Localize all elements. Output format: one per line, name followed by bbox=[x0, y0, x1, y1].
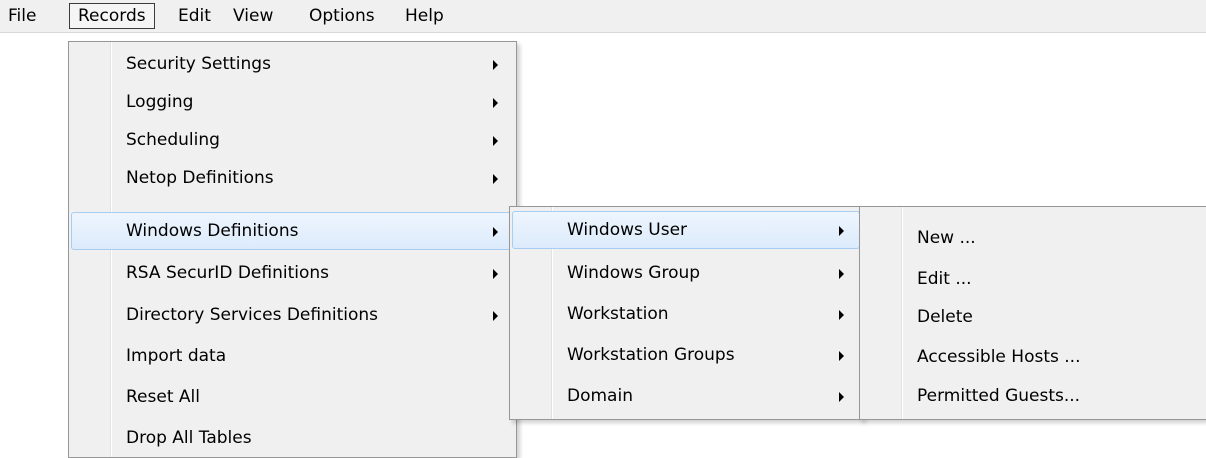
menu-item-domain[interactable]: Domain bbox=[512, 377, 860, 415]
submenu-arrow-icon bbox=[839, 351, 844, 361]
menu-item-workstation[interactable]: Workstation bbox=[512, 295, 860, 333]
submenu-arrow-icon bbox=[493, 269, 498, 279]
menu-item-label: RSA SecurID Definitions bbox=[126, 263, 329, 283]
menu-item-label: Delete bbox=[917, 307, 973, 327]
menu-item-workstation-groups[interactable]: Workstation Groups bbox=[512, 336, 860, 374]
menu-edit[interactable]: Edit bbox=[170, 3, 219, 29]
menu-item-drop-all-tables[interactable]: Drop All Tables bbox=[71, 419, 514, 457]
menu-item-label: Edit ... bbox=[917, 269, 972, 289]
submenu-arrow-icon bbox=[839, 226, 844, 236]
menu-item-rsa-securid-definitions[interactable]: RSA SecurID Definitions bbox=[71, 254, 514, 292]
menu-item-directory-services-definitions[interactable]: Directory Services Definitions bbox=[71, 296, 514, 334]
menu-bar: File Records Edit View Options Help bbox=[0, 0, 1206, 33]
menu-item-windows-group[interactable]: Windows Group bbox=[512, 254, 860, 292]
submenu-arrow-icon bbox=[493, 98, 498, 108]
menu-item-label: Drop All Tables bbox=[126, 428, 252, 448]
menu-item-label: Workstation bbox=[567, 304, 669, 324]
menu-item-import-data[interactable]: Import data bbox=[71, 337, 514, 375]
menu-item-label: Windows Group bbox=[567, 263, 701, 283]
submenu-arrow-icon bbox=[493, 311, 498, 321]
menu-item-label: Reset All bbox=[126, 387, 200, 407]
menu-view[interactable]: View bbox=[225, 3, 281, 29]
windows-definitions-submenu: Windows User Windows Group Workstation W… bbox=[509, 206, 863, 420]
submenu-arrow-icon bbox=[493, 174, 498, 184]
menu-records[interactable]: Records bbox=[69, 3, 155, 29]
menu-item-scheduling[interactable]: Scheduling bbox=[71, 121, 514, 159]
menu-item-logging[interactable]: Logging bbox=[71, 83, 514, 121]
submenu-arrow-icon bbox=[493, 60, 498, 70]
menu-item-edit[interactable]: Edit ... bbox=[862, 260, 1204, 298]
menu-help[interactable]: Help bbox=[397, 3, 452, 29]
menu-item-label: Permitted Guests... bbox=[917, 386, 1081, 406]
menu-item-label: Security Settings bbox=[126, 54, 271, 74]
submenu-arrow-icon bbox=[493, 136, 498, 146]
menu-item-security-settings[interactable]: Security Settings bbox=[71, 45, 514, 83]
menu-item-label: Workstation Groups bbox=[567, 345, 735, 365]
menu-file[interactable]: File bbox=[0, 3, 44, 29]
menu-item-label: Windows Definitions bbox=[126, 221, 299, 241]
menu-item-accessible-hosts[interactable]: Accessible Hosts ... bbox=[862, 338, 1204, 376]
menu-item-netop-definitions[interactable]: Netop Definitions bbox=[71, 159, 514, 197]
menu-item-label: Accessible Hosts ... bbox=[917, 347, 1081, 367]
menu-item-label: Scheduling bbox=[126, 130, 220, 150]
windows-user-submenu: New ... Edit ... Delete Accessible Hosts… bbox=[859, 206, 1206, 420]
submenu-arrow-icon bbox=[839, 269, 844, 279]
menu-item-windows-user[interactable]: Windows User bbox=[512, 211, 860, 249]
menu-item-label: Logging bbox=[126, 92, 194, 112]
menu-item-label: Directory Services Definitions bbox=[126, 305, 379, 325]
menu-item-reset-all[interactable]: Reset All bbox=[71, 378, 514, 416]
menu-item-label: Windows User bbox=[567, 220, 688, 240]
menu-item-permitted-guests[interactable]: Permitted Guests... bbox=[862, 377, 1204, 415]
menu-item-windows-definitions[interactable]: Windows Definitions bbox=[71, 212, 514, 250]
menu-item-label: New ... bbox=[917, 228, 976, 248]
menu-item-label: Import data bbox=[126, 346, 227, 366]
submenu-arrow-icon bbox=[839, 392, 844, 402]
menu-item-label: Netop Definitions bbox=[126, 168, 274, 188]
submenu-arrow-icon bbox=[839, 310, 844, 320]
submenu-arrow-icon bbox=[493, 227, 498, 237]
menu-item-delete[interactable]: Delete bbox=[862, 298, 1204, 336]
menu-options[interactable]: Options bbox=[301, 3, 383, 29]
records-menu: Security Settings Logging Scheduling Net… bbox=[68, 41, 517, 458]
menu-item-label: Domain bbox=[567, 386, 633, 406]
menu-item-new[interactable]: New ... bbox=[862, 219, 1204, 257]
